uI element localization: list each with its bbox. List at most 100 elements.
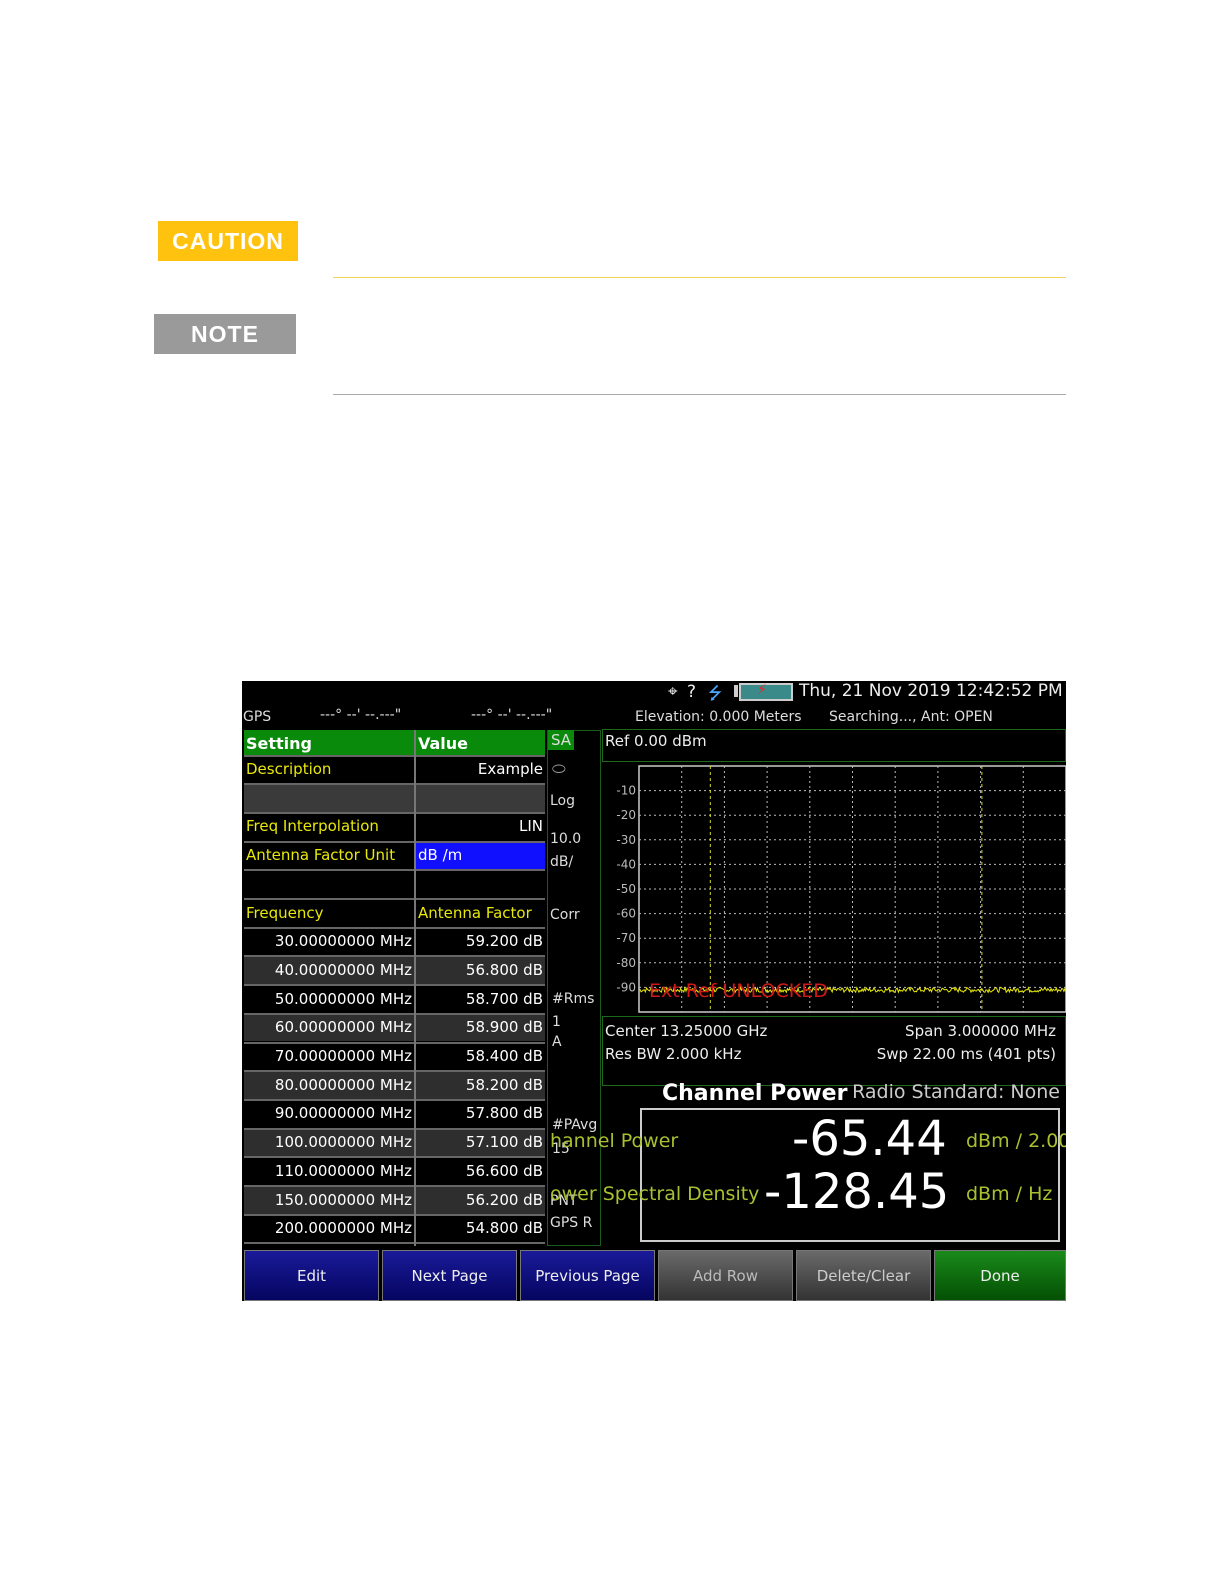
antenna-factor-cell[interactable]: 57.800 dB bbox=[416, 1100, 545, 1128]
usb-icon: ⭍ bbox=[708, 684, 723, 704]
row-divider bbox=[244, 1041, 545, 1044]
scale-type: Log bbox=[550, 793, 576, 809]
row-divider bbox=[244, 1127, 545, 1130]
instrument-screenshot: ⌖ ? ⭍ ⚡ Thu, 21 Nov 2019 12:42:52 PM GPS… bbox=[242, 681, 1066, 1301]
frequency-cell[interactable]: 50.00000000 MHz bbox=[244, 985, 414, 1013]
y-tick-label: -20 bbox=[616, 808, 636, 822]
frequency-cell[interactable]: 60.00000000 MHz bbox=[244, 1014, 414, 1042]
setting-name: Antenna Factor Unit bbox=[244, 842, 414, 870]
y-tick-label: -60 bbox=[616, 907, 636, 921]
gps-crosshair-icon: ⌖ bbox=[668, 682, 678, 702]
antenna-factor-cell[interactable]: 57.100 dB bbox=[416, 1129, 545, 1157]
done-button[interactable]: Done bbox=[934, 1250, 1066, 1301]
antenna-factor-cell[interactable]: 58.700 dB bbox=[416, 985, 545, 1013]
row-divider bbox=[244, 783, 545, 786]
row-divider bbox=[244, 1070, 545, 1073]
row-divider bbox=[244, 1213, 545, 1216]
y-tick-label: -90 bbox=[616, 980, 636, 994]
header-antenna-factor: Antenna Factor bbox=[416, 899, 545, 927]
setting-value[interactable]: dB /m bbox=[416, 842, 545, 870]
frequency-cell[interactable]: 80.00000000 MHz bbox=[244, 1071, 414, 1099]
antenna-factor-cell[interactable]: 56.600 dB bbox=[416, 1157, 545, 1185]
previous-page-button[interactable]: Previous Page bbox=[520, 1250, 655, 1301]
mode-badge: SA bbox=[548, 730, 575, 750]
row-divider bbox=[244, 1156, 545, 1159]
note-divider bbox=[333, 394, 1066, 395]
setting-name: Freq Interpolation bbox=[244, 813, 414, 841]
res-bw: Res BW 2.000 kHz bbox=[605, 1045, 742, 1063]
frequency-cell[interactable]: 110.0000000 MHz bbox=[244, 1157, 414, 1185]
psd-unit: dBm / Hz bbox=[966, 1183, 1053, 1205]
detector-label: #Rms bbox=[552, 991, 595, 1007]
frequency-cell[interactable]: 100.0000000 MHz bbox=[244, 1129, 414, 1157]
row-divider bbox=[244, 955, 545, 958]
frequency-cell[interactable]: 30.00000000 MHz bbox=[244, 928, 414, 956]
row-divider bbox=[244, 984, 545, 987]
column-divider bbox=[414, 730, 416, 1246]
y-tick-label: -50 bbox=[616, 882, 636, 896]
frequency-cell[interactable]: 150.0000000 MHz bbox=[244, 1186, 414, 1214]
row-divider bbox=[244, 1012, 545, 1015]
row-divider bbox=[244, 1098, 545, 1101]
header-frequency: Frequency bbox=[244, 899, 414, 927]
y-tick-label: -10 bbox=[616, 784, 636, 798]
ref-level: Ref 0.00 dBm bbox=[605, 732, 707, 750]
trace-number: 1 bbox=[552, 1014, 561, 1030]
spectrum-plot: -10 -20 -30 -40 -50 -60 -70 -80 -90 bbox=[616, 765, 1066, 1013]
y-tick-label: -70 bbox=[616, 931, 636, 945]
row-divider bbox=[244, 926, 545, 929]
row-divider bbox=[244, 754, 545, 757]
delete-clear-button[interactable]: Delete/Clear bbox=[796, 1250, 931, 1301]
antenna-factor-cell[interactable]: 59.200 dB bbox=[416, 928, 545, 956]
gps-search-status: Searching..., Ant: OPEN bbox=[829, 709, 993, 725]
caution-divider bbox=[333, 277, 1066, 278]
setting-value[interactable] bbox=[416, 784, 545, 812]
row-divider bbox=[244, 1242, 545, 1245]
gps-longitude: ---° --' --.---" bbox=[471, 707, 553, 723]
antenna-factor-cell[interactable]: 54.800 dB bbox=[416, 1215, 545, 1243]
next-page-button[interactable]: Next Page bbox=[382, 1250, 517, 1301]
antenna-factor-cell[interactable]: 56.800 dB bbox=[416, 956, 545, 984]
gps-latitude: ---° --' --.---" bbox=[320, 707, 402, 723]
row-divider bbox=[244, 811, 545, 814]
antenna-factor-cell[interactable]: 58.900 dB bbox=[416, 1014, 545, 1042]
radio-standard: Radio Standard: None bbox=[852, 1081, 1060, 1103]
setting-value[interactable]: Example bbox=[416, 756, 545, 783]
sweep-time: Swp 22.00 ms (401 pts) bbox=[876, 1045, 1056, 1063]
battery-tip bbox=[734, 685, 738, 697]
gps-elevation: Elevation: 0.000 Meters bbox=[635, 709, 802, 725]
sweep-icon: ⬭ bbox=[552, 759, 566, 778]
add-row-button[interactable]: Add Row bbox=[658, 1250, 793, 1301]
frequency-cell[interactable]: 40.00000000 MHz bbox=[244, 956, 414, 984]
datetime: Thu, 21 Nov 2019 12:42:52 PM bbox=[799, 681, 1063, 701]
edit-button[interactable]: Edit bbox=[244, 1250, 379, 1301]
frequency-cell[interactable]: 70.00000000 MHz bbox=[244, 1043, 414, 1070]
trace-type: A bbox=[552, 1034, 562, 1050]
ext-ref-warning: Ext Ref UNLOCKED bbox=[649, 980, 828, 1002]
antenna-factor-cell[interactable]: 58.400 dB bbox=[416, 1043, 545, 1070]
row-divider bbox=[244, 840, 545, 843]
y-tick-label: -80 bbox=[616, 956, 636, 970]
setting-value[interactable] bbox=[416, 870, 545, 898]
channel-power-label: hannel Power bbox=[550, 1130, 679, 1152]
y-tick-label: -30 bbox=[616, 833, 636, 847]
setting-value[interactable]: LIN bbox=[416, 813, 545, 841]
y-tick-label: -40 bbox=[616, 857, 636, 871]
row-divider bbox=[244, 869, 545, 872]
antenna-factor-cell[interactable]: 58.200 dB bbox=[416, 1071, 545, 1099]
gps-query: ? bbox=[687, 682, 697, 702]
result-title: Channel Power bbox=[662, 1081, 848, 1106]
gps-label: GPS bbox=[243, 709, 272, 725]
header-setting: Setting bbox=[244, 730, 414, 757]
battery-icon: ⚡ bbox=[739, 682, 793, 701]
antenna-factor-cell[interactable]: 56.200 dB bbox=[416, 1186, 545, 1214]
setting-name bbox=[244, 870, 414, 898]
psd-label: ower Spectral Density bbox=[550, 1183, 760, 1205]
gps-r-label: GPS R bbox=[550, 1215, 593, 1231]
psd-value: -128.45 bbox=[764, 1164, 950, 1220]
caution-badge: CAUTION bbox=[158, 221, 298, 261]
frequency-cell[interactable]: 90.00000000 MHz bbox=[244, 1100, 414, 1128]
setting-name bbox=[244, 784, 414, 812]
frequency-cell[interactable]: 200.0000000 MHz bbox=[244, 1215, 414, 1243]
row-divider bbox=[244, 898, 545, 900]
